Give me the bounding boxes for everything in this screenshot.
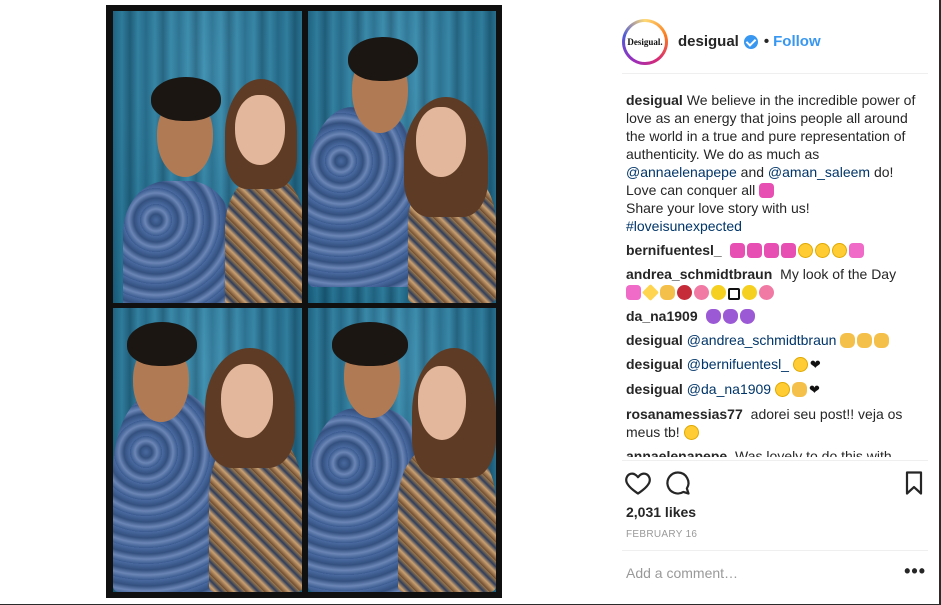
purple-heart-emoji [739,309,755,324]
heart-eyes-emoji [797,243,813,258]
post-username[interactable]: desigual [678,33,739,50]
caption-username[interactable]: desigual [626,92,683,108]
comment-input[interactable] [626,565,876,581]
caption-text-4: Share your love story with us! [626,200,810,216]
black-heart-emoji: ❤ [809,357,821,372]
comment-text: My look of the Day [780,266,897,282]
caption-text-2: and [736,164,768,180]
caption-hashtag[interactable]: #loveisunexpected [626,218,742,234]
comment-item: desigual @andrea_schmidtbraun [626,331,926,349]
heart-emoji [780,243,796,258]
purple-heart-emoji [722,309,738,324]
post-sidebar: Desigual. desigual • Follow desigual We b… [612,0,940,605]
comment-username[interactable]: bernifuentesl_ [626,242,722,258]
purple-heart-emoji [705,309,721,324]
instagram-post: Desigual. desigual • Follow desigual We b… [0,0,941,605]
likes-count[interactable]: 2,031 likes [626,504,696,520]
comment-username[interactable]: rosanamessias77 [626,406,743,422]
heart-eyes-emoji [814,243,830,258]
ok-hand-emoji [840,333,856,348]
heart-emoji [763,243,779,258]
blossom-emoji [694,285,709,300]
sunflower-emoji [711,285,726,300]
comment-item: desigual @bernifuentesl_ ❤ [626,355,926,374]
comment-username[interactable]: andrea_schmidtbraun [626,266,772,282]
header-line: desigual • Follow [678,33,821,50]
ok-hand-emoji [874,333,890,348]
avatar[interactable]: Desigual. [622,19,668,65]
comment-username[interactable]: da_na1909 [626,308,698,324]
heart-eyes-emoji [774,382,790,397]
comment-mention[interactable]: @bernifuentesl_ [687,356,789,372]
post-header: Desigual. desigual • Follow [622,14,928,74]
comment-mention[interactable]: @andrea_schmidtbraun [687,332,837,348]
sunflower-emoji [742,285,757,300]
comment-username[interactable]: desigual [626,381,683,397]
bookmark-icon[interactable] [900,469,928,497]
square-emoji [728,288,740,300]
comment-username[interactable]: desigual [626,356,683,372]
header-separator: • [763,33,770,50]
photo-frame-3 [113,308,302,592]
ok-hand-emoji [791,382,807,397]
more-icon[interactable]: ••• [904,561,926,582]
nail-emoji [660,285,675,300]
pink-heart-emoji [759,183,775,198]
verified-icon [743,34,758,49]
comment-text: Was lovely to do this with [735,448,892,457]
comment-icon[interactable] [664,469,692,497]
caption-mention-1[interactable]: @annaelenapepe [626,164,737,180]
rose-emoji [677,285,692,300]
sparkling-heart-emoji [626,285,641,300]
post-date: FEBRUARY 16 [626,529,698,540]
post-actions: 2,031 likes FEBRUARY 16 ••• [622,460,928,581]
heart-emoji [746,243,762,258]
heart-emoji [729,243,745,258]
comment-username[interactable]: annaelenapepe [626,448,727,457]
heart-eyes-emoji [792,357,808,372]
photo-frame-2 [308,11,496,303]
add-comment-bar: ••• [622,550,928,593]
follow-button[interactable]: Follow [773,33,821,50]
comments-list[interactable]: desigual We believe in the incredible pow… [626,91,926,457]
comment-item: andrea_schmidtbraun My look of the Day [626,265,926,301]
photo-frame-4 [308,308,496,592]
sparkling-heart-emoji [848,243,864,258]
comment-item: rosanamessias77 adorei seu post!! veja o… [626,405,926,441]
sparkle-emoji [642,284,659,301]
avatar-logo: Desigual. [625,22,665,62]
post-image[interactable] [106,5,502,598]
caption-mention-2[interactable]: @aman_saleem [768,164,870,180]
comment-item: bernifuentesl_ [626,241,926,259]
heart-icon[interactable] [624,469,652,497]
bouquet-emoji [759,285,774,300]
caption: desigual We believe in the incredible pow… [626,91,926,235]
comment-mention[interactable]: @da_na1909 [687,381,771,397]
comment-item: annaelenapepe Was lovely to do this with [626,447,926,457]
ok-hand-emoji [857,333,873,348]
comment-item: da_na1909 [626,307,926,325]
comment-item: desigual @da_na1909 ❤ [626,380,926,399]
photo-frame-1 [113,11,302,303]
comment-username[interactable]: desigual [626,332,683,348]
wink-emoji [683,425,699,440]
black-heart-emoji: ❤ [808,382,820,397]
heart-eyes-emoji [831,243,847,258]
